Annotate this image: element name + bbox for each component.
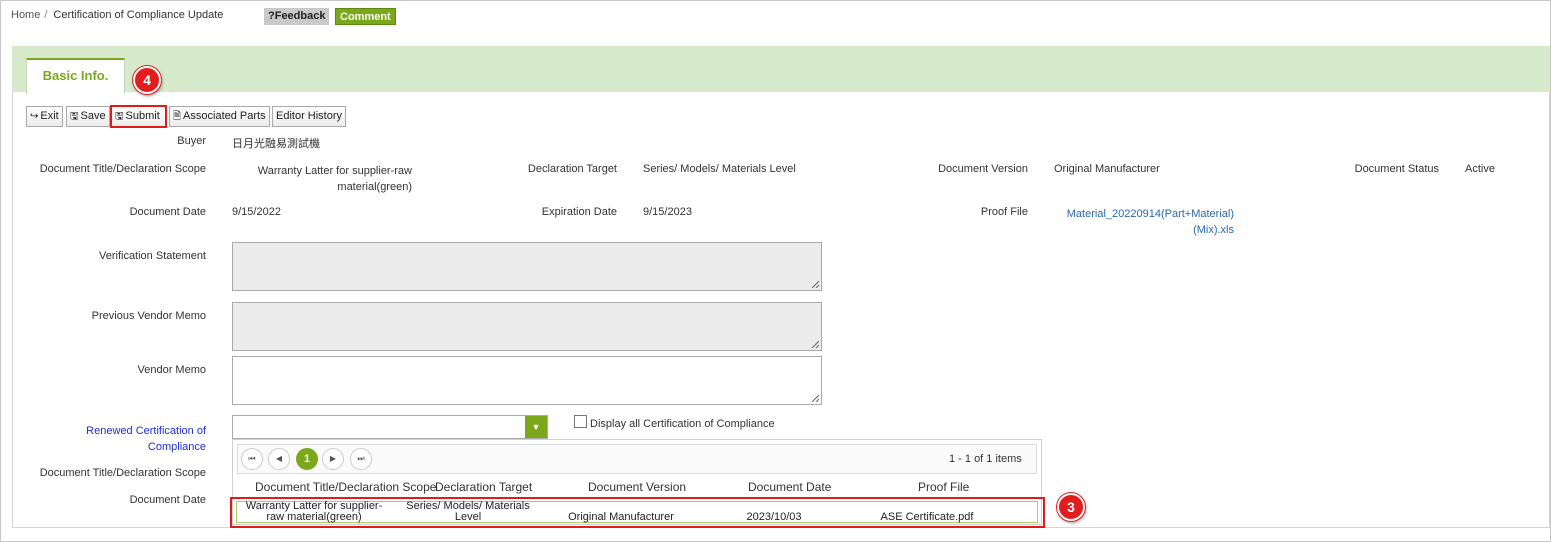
resize-grip-icon[interactable] — [811, 280, 819, 288]
step-badge-4: 4 — [133, 66, 161, 94]
document-date-label: Document Date — [129, 206, 206, 218]
resize-grip-icon[interactable] — [811, 394, 819, 402]
proof-file-link[interactable]: Material_20220914(Part+Material) (Mix).x… — [1054, 206, 1234, 238]
col-header-version[interactable]: Document Version — [588, 480, 686, 494]
pager-summary: 1 - 1 of 1 items — [949, 453, 1022, 465]
step-badge-3: 3 — [1057, 493, 1085, 521]
document-date-value: 9/15/2022 — [232, 206, 281, 218]
previous-vendor-memo-textarea — [232, 302, 822, 351]
chevron-down-icon[interactable]: ▼ — [525, 416, 547, 438]
doc-date2-label: Document Date — [129, 494, 206, 506]
submit-icon: 🖫 — [115, 111, 124, 122]
expiration-date-label: Expiration Date — [541, 206, 617, 218]
verification-statement-label: Verification Statement — [98, 250, 206, 262]
prev-page-icon[interactable]: ◀ — [268, 448, 290, 470]
resize-grip-icon[interactable] — [811, 340, 819, 348]
display-all-label: Display all Certification of Compliance — [590, 418, 775, 430]
display-all-checkbox[interactable] — [574, 415, 587, 428]
submit-button[interactable]: 🖫 Submit — [110, 105, 167, 128]
first-page-icon[interactable]: ⏮ — [241, 448, 263, 470]
breadcrumb-home[interactable]: Home — [11, 9, 40, 21]
exit-icon: ↪ — [30, 111, 39, 122]
col-header-date[interactable]: Document Date — [748, 480, 831, 494]
declaration-target-value: Series/ Models/ Materials Level — [643, 163, 796, 175]
renewed-certification-combobox[interactable]: ▼ — [232, 415, 548, 439]
last-page-icon[interactable]: ⏭ — [350, 448, 372, 470]
breadcrumb: Home / Certification of Compliance Update — [11, 9, 224, 21]
comment-button[interactable]: Comment — [335, 8, 396, 25]
document-version-label: Document Version — [938, 163, 1028, 175]
previous-vendor-memo-label: Previous Vendor Memo — [91, 310, 206, 322]
row-highlight — [230, 497, 1045, 528]
save-icon: 🖫 — [70, 111, 79, 122]
document-icon: 🗎 — [173, 111, 182, 122]
exit-button[interactable]: ↪ Exit — [26, 106, 63, 127]
next-page-icon[interactable]: ▶ — [322, 448, 344, 470]
col-header-proof[interactable]: Proof File — [918, 480, 969, 494]
vendor-memo-textarea[interactable] — [232, 356, 822, 405]
tab-bar — [12, 46, 1550, 92]
feedback-button[interactable]: ?Feedback — [264, 8, 330, 25]
associated-parts-button[interactable]: 🗎 Associated Parts — [169, 106, 270, 127]
doc-title2-label: Document Title/Declaration Scope — [39, 467, 206, 479]
buyer-label: Buyer — [177, 135, 206, 147]
document-status-value: Active — [1465, 163, 1495, 175]
document-status-label: Document Status — [1354, 163, 1439, 175]
expiration-date-value: 9/15/2023 — [643, 206, 692, 218]
declaration-target-label: Declaration Target — [527, 163, 617, 175]
renewed-certification-label: Renewed Certification of Compliance — [86, 425, 206, 453]
col-header-target[interactable]: Declaration Target — [435, 480, 532, 494]
document-version-value: Original Manufacturer — [1054, 163, 1160, 175]
tab-basic-info[interactable]: Basic Info. — [26, 58, 125, 94]
proof-file-label: Proof File — [980, 206, 1028, 218]
breadcrumb-current: Certification of Compliance Update — [53, 9, 224, 21]
vendor-memo-label: Vendor Memo — [137, 364, 206, 376]
save-button[interactable]: 🖫 Save — [66, 106, 110, 127]
editor-history-button[interactable]: Editor History — [272, 106, 347, 127]
page-number-button[interactable]: 1 — [296, 448, 318, 470]
col-header-title[interactable]: Document Title/Declaration Scope — [255, 480, 436, 494]
buyer-value: 日月光融易測試機 — [232, 138, 320, 150]
doc-title-label: Document Title/Declaration Scope — [39, 163, 206, 175]
doc-title-value: Warranty Latter for supplier-raw materia… — [257, 165, 412, 193]
verification-statement-textarea — [232, 242, 822, 291]
